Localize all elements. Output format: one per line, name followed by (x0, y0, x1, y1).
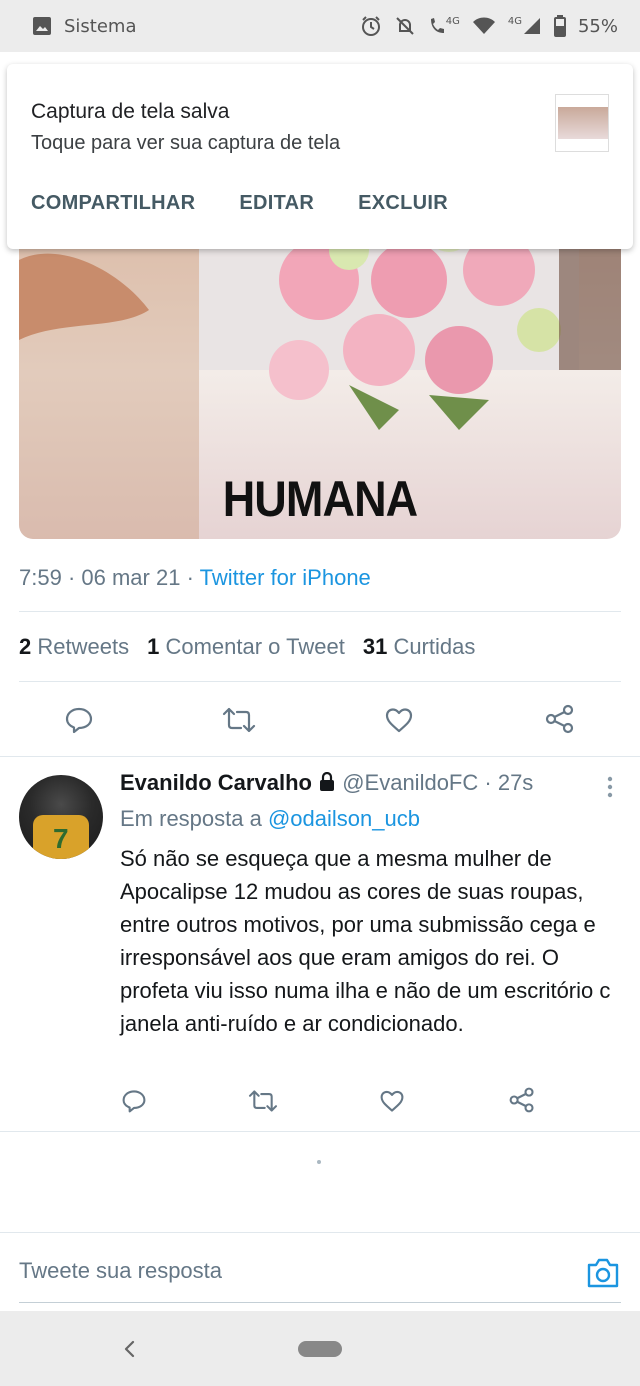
wifi-call-icon: 4G (428, 16, 460, 36)
network-label-1: 4G (445, 16, 460, 27)
mute-icon (394, 15, 416, 37)
home-pill-button[interactable] (298, 1341, 342, 1357)
status-bar: Sistema 4G 4G 55% (0, 0, 640, 52)
wifi-icon (472, 16, 496, 36)
image-icon (32, 16, 52, 36)
reply-retweet-icon[interactable] (248, 1088, 278, 1119)
tweet-source-link[interactable]: Twitter for iPhone (200, 565, 371, 590)
share-icon[interactable] (544, 703, 576, 740)
lock-icon (318, 771, 336, 798)
divider (19, 681, 621, 682)
divider (19, 611, 621, 612)
comments-count: 1 (147, 634, 160, 659)
retweets-label: Retweets (37, 634, 130, 659)
reply-author-handle[interactable]: @EvanildoFC (342, 770, 478, 795)
camera-icon[interactable] (585, 1256, 621, 1295)
replying-to-link[interactable]: @odailson_ucb (268, 806, 420, 831)
status-app-label: Sistema (64, 15, 137, 37)
comments-stat[interactable]: 1 Comentar o Tweet (147, 634, 345, 660)
divider (0, 1131, 640, 1132)
avatar-jersey-number: 7 (53, 823, 69, 854)
loading-indicator (317, 1160, 321, 1164)
tweet-date: 06 mar 21 (81, 565, 181, 590)
retweets-stat[interactable]: 2 Retweets (19, 634, 129, 660)
battery-percent: 55% (577, 15, 618, 37)
avatar[interactable]: 7 (19, 775, 103, 859)
delete-action-button[interactable]: EXCLUIR (358, 192, 448, 215)
android-nav-bar (0, 1311, 640, 1386)
comments-label: Comentar o Tweet (165, 634, 345, 659)
reply-header: Evanildo Carvalho @EvanildoFC · 27s (120, 770, 533, 798)
reply-share-icon[interactable] (508, 1086, 536, 1119)
likes-count: 31 (362, 634, 388, 659)
reply-author-name[interactable]: Evanildo Carvalho (120, 770, 312, 795)
alarm-icon (360, 15, 382, 37)
reply-like-icon[interactable] (379, 1088, 405, 1119)
reply-time: 27s (497, 770, 534, 795)
reply-reply-icon[interactable] (121, 1088, 147, 1119)
replying-to: Em resposta a @odailson_ucb (120, 806, 420, 832)
tweet-meta: 7:59 · 06 mar 21 · Twitter for iPhone (19, 565, 371, 590)
likes-stat[interactable]: 31 Curtidas (363, 634, 476, 660)
divider (0, 1232, 640, 1233)
signal-icon: 4G (508, 16, 542, 36)
reply-compose-input[interactable]: Tweete sua resposta (19, 1258, 222, 1284)
retweets-count: 2 (19, 634, 32, 659)
likes-label: Curtidas (393, 634, 476, 659)
more-options-icon[interactable] (600, 775, 620, 799)
tweet-stats: 2 Retweets 1 Comentar o Tweet 31 Curtida… (19, 634, 475, 660)
screenshot-thumbnail[interactable] (555, 94, 609, 152)
edit-action-button[interactable]: EDITAR (239, 192, 314, 215)
tweet-time: 7:59 (19, 565, 62, 590)
network-label-2: 4G (507, 16, 522, 27)
share-action-button[interactable]: COMPARTILHAR (31, 192, 195, 215)
screenshot-notification[interactable]: Captura de tela salva Toque para ver sua… (7, 64, 633, 249)
reply-text: Só não se esqueça que a mesma mulher de … (120, 846, 611, 1036)
notification-title: Captura de tela salva (31, 100, 230, 123)
like-icon[interactable] (384, 705, 414, 740)
divider (0, 756, 640, 757)
notification-subtitle: Toque para ver sua captura de tela (31, 132, 341, 154)
battery-icon (553, 15, 566, 37)
reply-icon[interactable] (64, 705, 94, 740)
image-caption-text: HUMANA (222, 471, 418, 527)
compose-underline (19, 1302, 621, 1303)
retweet-icon[interactable] (222, 705, 256, 740)
back-icon[interactable] (122, 1337, 138, 1365)
replying-prefix: Em resposta a (120, 806, 262, 831)
